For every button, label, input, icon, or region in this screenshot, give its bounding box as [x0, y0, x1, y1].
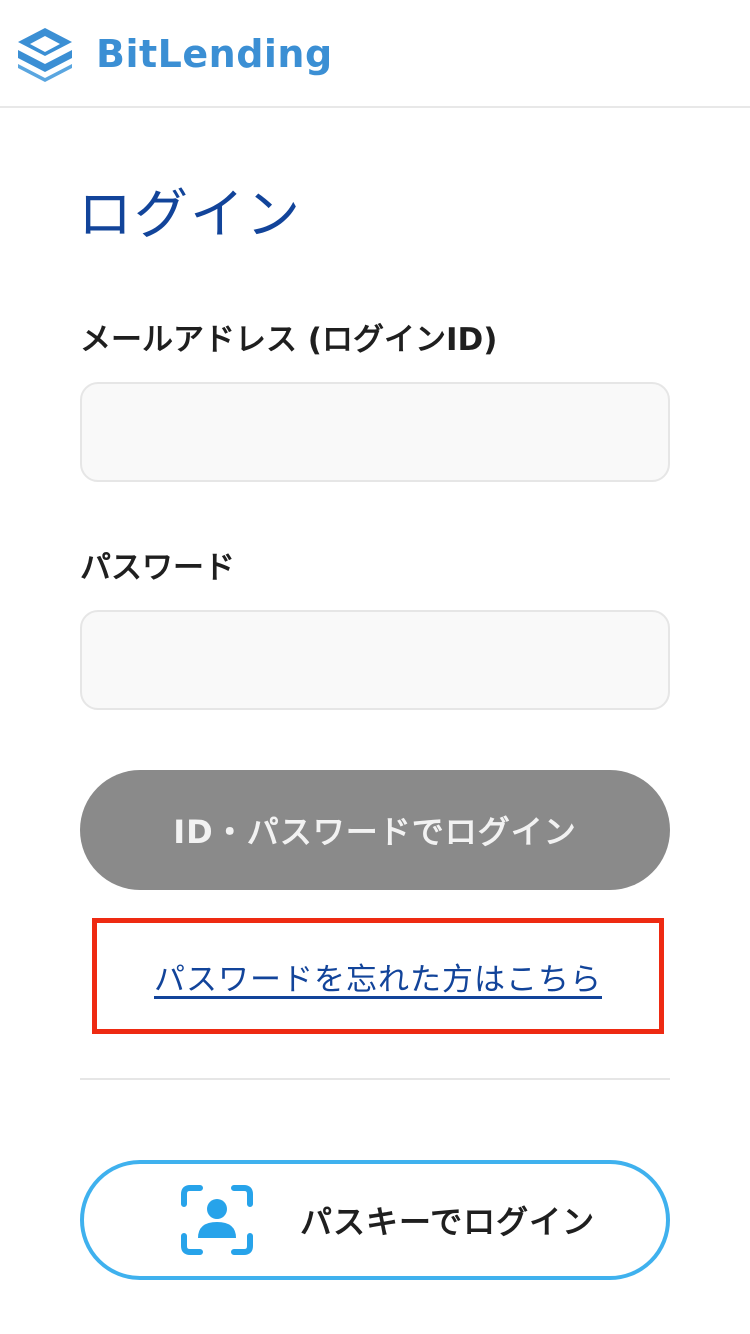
stacked-layers-logo-icon	[18, 28, 72, 82]
app-header: BitLending	[0, 0, 750, 108]
page-title: ログイン	[78, 183, 302, 246]
section-divider	[80, 1078, 670, 1080]
password-input[interactable]	[80, 610, 670, 710]
forgot-password-highlight: パスワードを忘れた方はこちら	[92, 918, 664, 1034]
brand-name: BitLending	[96, 32, 333, 76]
email-input[interactable]	[80, 382, 670, 482]
email-label: メールアドレス (ログインID)	[80, 322, 498, 358]
passkey-login-label: パスキーでログイン	[300, 1203, 596, 1241]
brand-logo[interactable]: BitLending	[16, 26, 333, 82]
face-id-person-icon	[181, 1185, 253, 1255]
id-password-login-button[interactable]: ID・パスワードでログイン	[80, 770, 670, 890]
forgot-password-link[interactable]: パスワードを忘れた方はこちら	[154, 954, 602, 999]
password-label: パスワード	[80, 550, 235, 586]
passkey-login-button[interactable]: パスキーでログイン	[80, 1160, 670, 1280]
